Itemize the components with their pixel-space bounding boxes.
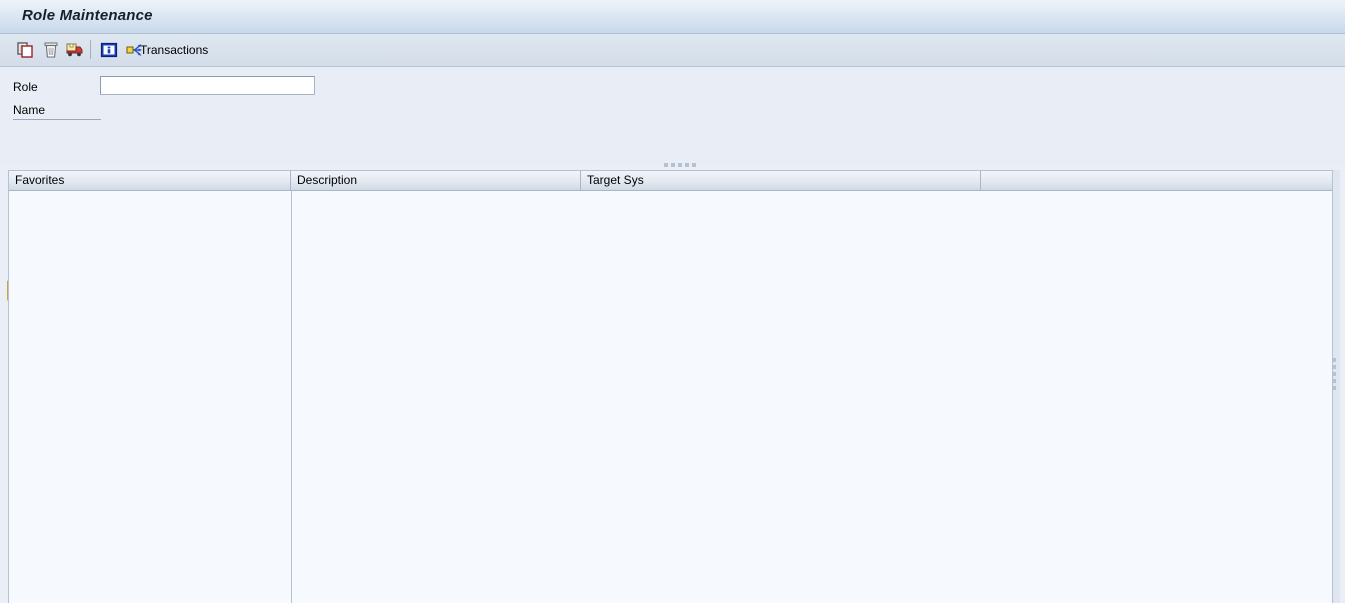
sap-gui-window: Role Maintenance Transactions Role Name … — [0, 0, 1358, 603]
horizontal-splitter-handle[interactable] — [664, 163, 700, 169]
column-header-empty[interactable] — [981, 171, 1332, 190]
information-icon[interactable] — [99, 40, 119, 60]
copy-icon[interactable] — [15, 40, 35, 60]
delete-trash-icon[interactable] — [41, 40, 61, 60]
favorites-table: Favorites Description Target Sys — [8, 170, 1333, 603]
column-header-description[interactable]: Description — [291, 171, 581, 190]
column-header-favorites[interactable]: Favorites — [9, 171, 291, 190]
splitter-dot — [685, 163, 689, 167]
table-body[interactable] — [9, 191, 1332, 603]
name-field-label: Name — [13, 103, 46, 117]
views-toolbar: Views — [0, 137, 1358, 301]
role-input[interactable] — [100, 76, 315, 95]
table-header-row: Favorites Description Target Sys — [9, 171, 1332, 191]
window-title-bar: Role Maintenance — [0, 0, 1347, 34]
right-margin — [1345, 0, 1358, 603]
splitter-dot — [692, 163, 696, 167]
column-header-target-sys[interactable]: Target Sys — [581, 171, 981, 190]
transport-truck-icon[interactable] — [64, 40, 84, 60]
application-toolbar: Transactions © www.tutorialkart.com — [0, 34, 1347, 97]
splitter-dot — [678, 163, 682, 167]
splitter-dot — [671, 163, 675, 167]
role-field-label: Role — [13, 80, 38, 94]
toolbar-separator — [90, 40, 91, 59]
column-divider-1 — [291, 191, 292, 603]
name-field-underline — [13, 119, 101, 120]
role-selection-area: Role Name — [0, 67, 1358, 164]
page-title: Role Maintenance — [22, 7, 153, 24]
splitter-dot — [664, 163, 668, 167]
transactions-button-label[interactable]: Transactions — [140, 43, 208, 57]
